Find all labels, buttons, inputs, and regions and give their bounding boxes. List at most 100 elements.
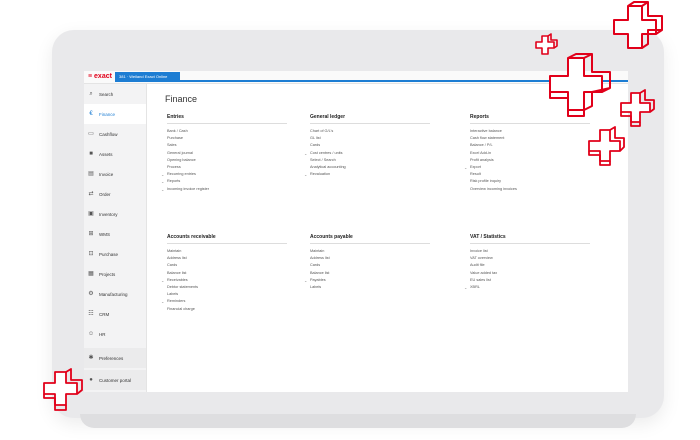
hr-icon: ☺ bbox=[88, 331, 95, 337]
menu-link[interactable]: Invoice list bbox=[470, 248, 590, 255]
menu-link-expandable[interactable]: ⌄ Cost centres / units bbox=[304, 150, 430, 157]
main-content: Finance Entries Bank / Cash Purchase Sal… bbox=[147, 84, 628, 392]
chevron-down-icon: ⌄ bbox=[161, 277, 165, 283]
sidebar-item-label: Projects bbox=[99, 271, 116, 277]
chevron-down-icon: ⌄ bbox=[161, 179, 165, 185]
section-entries: Entries Bank / Cash Purchase Sales Gener… bbox=[161, 114, 287, 193]
sidebar-item-crm[interactable]: ☷ CRM bbox=[84, 304, 146, 324]
sidebar-item-assets[interactable]: ■ Assets bbox=[84, 144, 146, 164]
menu-link[interactable]: Chart of G/L's bbox=[310, 128, 430, 135]
section-title: Accounts receivable bbox=[167, 234, 287, 244]
menu-link[interactable]: GL list bbox=[310, 135, 430, 142]
sidebar-item-hr[interactable]: ☺ HR bbox=[84, 324, 146, 344]
menu-link-expandable[interactable]: ⌄ Incoming invoice register bbox=[161, 186, 287, 193]
menu-link-expandable[interactable]: ⌄ Payables bbox=[304, 277, 430, 284]
sidebar-item-manufacturing[interactable]: ⚙ Manufacturing bbox=[84, 284, 146, 304]
menu-link-expandable[interactable]: ⌄ Recurring entries bbox=[161, 171, 287, 178]
sidebar-item-label: Customer portal bbox=[99, 377, 132, 383]
menu-link[interactable]: Balance list bbox=[310, 270, 430, 277]
menu-link[interactable]: Result bbox=[470, 171, 590, 178]
menu-link[interactable]: Debtor statements bbox=[167, 284, 287, 291]
section-general-ledger: General ledger Chart of G/L's GL list Ca… bbox=[304, 114, 430, 178]
menu-link[interactable]: Audit file bbox=[470, 262, 590, 269]
assets-icon: ■ bbox=[89, 151, 93, 157]
sidebar-item-finance[interactable]: € Finance bbox=[84, 104, 146, 124]
chevron-down-icon: ⌄ bbox=[304, 277, 308, 283]
menu-link[interactable]: Address list bbox=[167, 255, 287, 262]
menu-link[interactable]: Risk profile inquiry bbox=[470, 178, 590, 185]
invoice-icon: ▤ bbox=[88, 171, 94, 177]
sidebar-item-label: Purchase bbox=[99, 251, 119, 257]
sidebar-item-wms[interactable]: ⊞ WMS bbox=[84, 224, 146, 244]
menu-link[interactable]: Purchase bbox=[167, 135, 287, 142]
sidebar-item-preferences[interactable]: ✱ Preferences bbox=[84, 348, 146, 368]
menu-link-expandable[interactable]: ⌄ Reports bbox=[161, 178, 287, 185]
menu-link[interactable]: Balance list bbox=[167, 270, 287, 277]
sidebar-item-label: Invoice bbox=[99, 171, 114, 177]
chevron-down-icon: ⌄ bbox=[464, 284, 468, 290]
menu-link-expandable[interactable]: ⌄ XBRL bbox=[464, 284, 590, 291]
chevron-down-icon: ⌄ bbox=[161, 299, 165, 305]
sidebar-item-customer-portal[interactable]: ● Customer portal bbox=[84, 370, 146, 390]
menu-link[interactable]: EU sales list bbox=[470, 277, 590, 284]
inventory-icon: ▣ bbox=[88, 211, 94, 217]
menu-link[interactable]: Balance / P/L bbox=[470, 142, 590, 149]
gear-icon: ✱ bbox=[88, 355, 94, 361]
menu-link[interactable]: Bank / Cash bbox=[167, 128, 287, 135]
sidebar-item-label: Finance bbox=[99, 111, 116, 117]
sidebar-item-label: Preferences bbox=[99, 355, 124, 361]
menu-link[interactable]: Address list bbox=[310, 255, 430, 262]
menu-link[interactable]: Cards bbox=[310, 142, 430, 149]
menu-link[interactable]: Financial charge bbox=[167, 306, 287, 313]
menu-link[interactable]: Labels bbox=[167, 291, 287, 298]
menu-link-expandable[interactable]: ⌄ Export bbox=[464, 164, 590, 171]
sidebar-item-projects[interactable]: ▦ Projects bbox=[84, 264, 146, 284]
menu-link[interactable]: General journal bbox=[167, 150, 287, 157]
menu-link[interactable]: Profit analysis bbox=[470, 157, 590, 164]
purchase-icon: ⊡ bbox=[88, 251, 94, 257]
company-tab[interactable]: 381 · Weiland Exact Online bbox=[115, 72, 180, 82]
sidebar-item-label: CRM bbox=[99, 311, 110, 317]
menu-link[interactable]: VAT overview bbox=[470, 255, 590, 262]
menu-link[interactable]: Cash flow statement bbox=[470, 135, 590, 142]
sidebar: ⌕ Search € Finance ▭ Cashflow ■ Assets ▤ Invo… bbox=[84, 84, 147, 392]
sidebar-item-label: HR bbox=[99, 331, 106, 337]
menu-link[interactable]: Select / Search bbox=[310, 157, 430, 164]
portal-icon: ● bbox=[89, 377, 93, 383]
menu-link[interactable]: Overview incoming invoices bbox=[470, 186, 590, 193]
menu-link[interactable]: Interactive balance bbox=[470, 128, 590, 135]
plus-cross-decoration-icon bbox=[588, 126, 625, 166]
menu-link[interactable]: Excel Add-in bbox=[470, 150, 590, 157]
menu-link[interactable]: Labels bbox=[310, 284, 430, 291]
section-title: VAT / Statistics bbox=[470, 234, 590, 244]
section-reports: Reports Interactive balance Cash flow st… bbox=[464, 114, 590, 193]
sidebar-item-label: Cashflow bbox=[99, 131, 118, 137]
sidebar-item-order[interactable]: ⇄ Order bbox=[84, 184, 146, 204]
menu-link[interactable]: Process bbox=[167, 164, 287, 171]
menu-link[interactable]: Sales bbox=[167, 142, 287, 149]
section-title: General ledger bbox=[310, 114, 430, 124]
order-icon: ⇄ bbox=[88, 191, 94, 197]
menu-link[interactable]: Analytical accounting bbox=[310, 164, 430, 171]
menu-link[interactable]: Maintain bbox=[310, 248, 430, 255]
menu-link[interactable]: Value added tax bbox=[470, 270, 590, 277]
sidebar-item-inventory[interactable]: ▣ Inventory bbox=[84, 204, 146, 224]
menu-link-expandable[interactable]: ⌄ Reminders bbox=[161, 298, 287, 305]
laptop-base bbox=[80, 414, 636, 428]
menu-link[interactable]: Cards bbox=[167, 262, 287, 269]
sidebar-item-search[interactable]: ⌕ Search bbox=[84, 84, 146, 104]
sidebar-item-label: Assets bbox=[99, 151, 113, 157]
sidebar-item-label: Search bbox=[99, 91, 114, 97]
menu-link[interactable]: Opening balance bbox=[167, 157, 287, 164]
search-icon: ⌕ bbox=[89, 91, 93, 97]
section-accounts-receivable: Accounts receivable Maintain Address lis… bbox=[161, 234, 287, 313]
menu-link[interactable]: Maintain bbox=[167, 248, 287, 255]
sidebar-item-purchase[interactable]: ⊡ Purchase bbox=[84, 244, 146, 264]
menu-link[interactable]: Cards bbox=[310, 262, 430, 269]
exact-logo: ≡ exact bbox=[88, 73, 112, 80]
menu-link-expandable[interactable]: ⌄ Receivables bbox=[161, 277, 287, 284]
chevron-down-icon: ⌄ bbox=[304, 172, 308, 178]
sidebar-item-invoice[interactable]: ▤ Invoice bbox=[84, 164, 146, 184]
sidebar-item-cashflow[interactable]: ▭ Cashflow bbox=[84, 124, 146, 144]
menu-link-expandable[interactable]: ⌄ Revaluation bbox=[304, 171, 430, 178]
